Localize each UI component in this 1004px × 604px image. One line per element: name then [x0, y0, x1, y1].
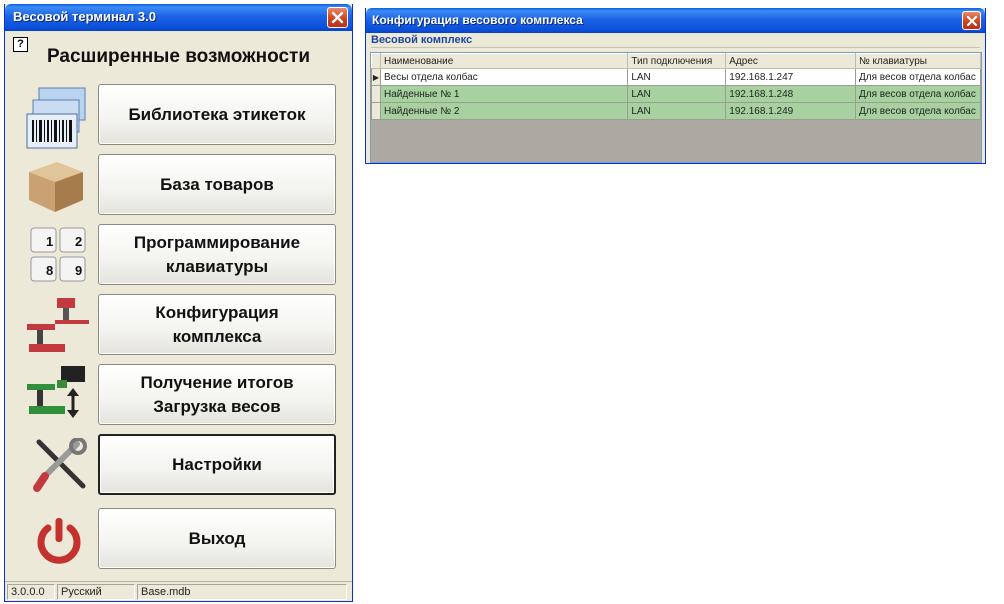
cell-keyboard[interactable]: Для весов отдела колбас — [854, 102, 982, 120]
cell-address[interactable]: 192.168.1.247 — [725, 68, 856, 86]
column-header-address[interactable]: Адрес — [725, 53, 856, 69]
scales-transfer-icon — [27, 366, 85, 418]
column-header-keyboard[interactable]: № клавиатуры — [854, 53, 982, 69]
status-bar: 3.0.0.0 Русский Base.mdb — [5, 581, 352, 601]
page-title: Расширенные возможности — [46, 46, 311, 67]
complex-configuration-window: Конфигурация весового комплекса Весовой … — [365, 8, 986, 164]
row-selector[interactable] — [371, 85, 381, 103]
close-button[interactable] — [327, 7, 348, 28]
totals-loading-label-line2: Загрузка весов — [153, 396, 281, 416]
window-title: Конфигурация весового комплекса — [372, 13, 583, 27]
keyboard-programming-label-line1: Программирование — [133, 232, 301, 252]
keyboard-programming-label-line2: клавиатуры — [165, 256, 269, 276]
exit-button[interactable]: Выход — [98, 508, 336, 569]
column-header-name[interactable]: Наименование — [379, 53, 629, 69]
goods-base-button[interactable]: База товаров — [98, 154, 336, 215]
language-status: Русский — [57, 584, 135, 600]
cell-keyboard[interactable]: Для весов отдела колбас — [854, 68, 982, 86]
complex-configuration-label: Конфигурация комплекса — [155, 301, 278, 349]
cell-name[interactable]: Найденные № 1 — [379, 85, 629, 103]
weight-terminal-window: Весовой терминал 3.0 ? Расширенные возмо… — [4, 4, 353, 602]
close-button[interactable] — [962, 11, 981, 30]
complex-configuration-button[interactable]: Конфигурация комплекса — [98, 294, 336, 355]
keypad-digit-2: 2 — [75, 234, 82, 249]
cell-connection[interactable]: LAN — [627, 102, 727, 120]
complex-configuration-label-line2: комплекса — [172, 326, 262, 346]
totals-loading-label-line1: Получение итогов — [140, 372, 294, 392]
title-bar[interactable]: Весовой терминал 3.0 — [5, 4, 352, 31]
keypad-digit-9: 9 — [75, 263, 82, 278]
cell-name[interactable]: Весы отдела колбас — [379, 68, 629, 86]
settings-button[interactable]: Настройки — [98, 434, 336, 495]
totals-loading-label: Получение итогов Загрузка весов — [140, 371, 293, 419]
table-row[interactable]: ▶ Весы отдела колбас LAN 192.168.1.247 Д… — [371, 68, 982, 86]
scales-config-icon — [27, 298, 89, 352]
table-row[interactable]: Найденные № 1 LAN 192.168.1.248 Для весо… — [371, 85, 982, 103]
keyboard-programming-button[interactable]: Программирование клавиатуры — [98, 224, 336, 285]
cell-connection[interactable]: LAN — [627, 85, 727, 103]
goods-base-label: База товаров — [160, 174, 274, 194]
cardboard-box-icon — [29, 162, 83, 212]
cell-keyboard[interactable]: Для весов отдела колбас — [854, 85, 982, 103]
scales-grid[interactable]: Наименование Тип подключения Адрес № кла… — [370, 52, 982, 163]
row-selector[interactable] — [371, 102, 381, 120]
power-icon — [37, 518, 81, 564]
complex-configuration-label-line1: Конфигурация — [155, 302, 279, 322]
exit-label: Выход — [188, 528, 246, 548]
labels-library-label: Библиотека этикеток — [128, 104, 306, 124]
tools-icon — [33, 438, 87, 492]
row-pointer-icon: ▶ — [371, 68, 381, 86]
totals-loading-button[interactable]: Получение итогов Загрузка весов — [98, 364, 336, 425]
barcode-labels-icon — [26, 87, 86, 149]
cell-connection[interactable]: LAN — [627, 68, 727, 86]
keypad-digit-8: 8 — [46, 263, 53, 278]
column-header-connection[interactable]: Тип подключения — [627, 53, 727, 69]
close-icon — [966, 15, 978, 27]
cell-address[interactable]: 192.168.1.248 — [725, 85, 856, 103]
keypad-icon: 1 2 8 9 — [30, 227, 86, 282]
row-selector-header — [371, 53, 381, 69]
window-title: Весовой терминал 3.0 — [13, 9, 156, 24]
labels-library-button[interactable]: Библиотека этикеток — [98, 84, 336, 145]
table-row[interactable]: Найденные № 2 LAN 192.168.1.249 Для весо… — [371, 102, 982, 120]
version-status: 3.0.0.0 — [7, 584, 55, 600]
database-status: Base.mdb — [137, 584, 347, 600]
grid-header-row: Наименование Тип подключения Адрес № кла… — [371, 53, 982, 69]
keypad-digit-1: 1 — [46, 234, 53, 249]
title-bar[interactable]: Конфигурация весового комплекса — [366, 8, 985, 33]
group-label: Весовой комплекс — [371, 34, 980, 48]
cell-address[interactable]: 192.168.1.249 — [725, 102, 856, 120]
close-icon — [331, 11, 344, 24]
settings-label: Настройки — [172, 454, 262, 474]
keyboard-programming-label: Программирование клавиатуры — [134, 231, 300, 279]
cell-name[interactable]: Найденные № 2 — [379, 102, 629, 120]
